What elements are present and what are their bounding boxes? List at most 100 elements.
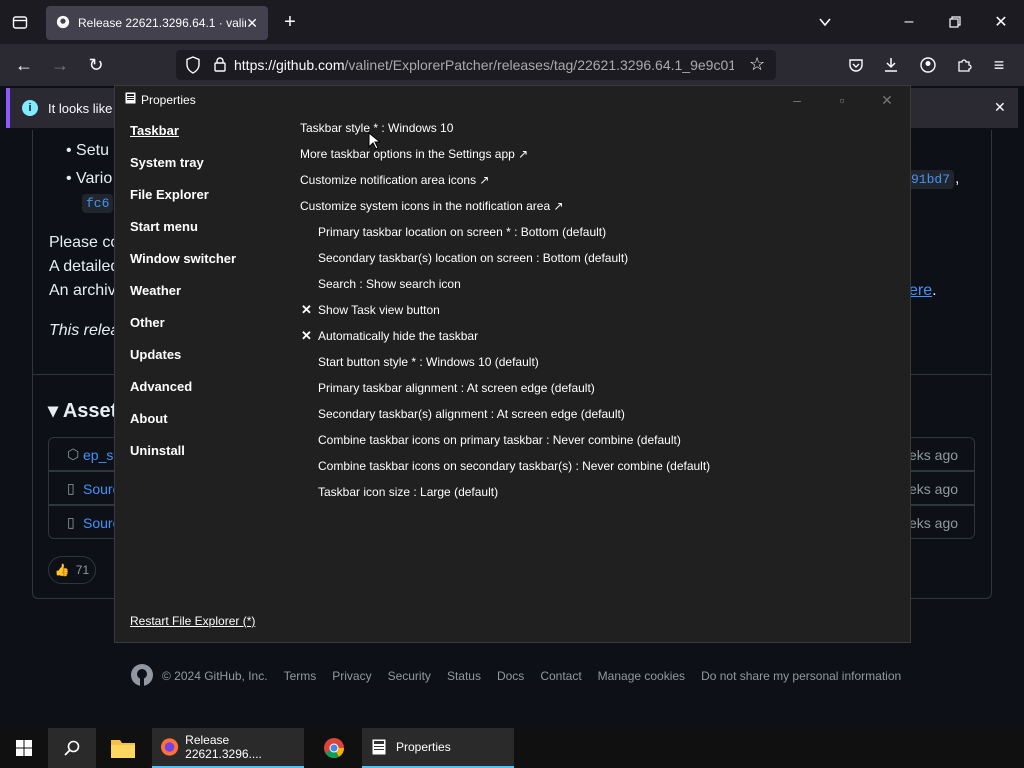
firefox-taskbar-button[interactable]: Release 22621.3296.... (152, 728, 304, 768)
search-button[interactable] (48, 728, 96, 768)
commit-chip[interactable]: 91bd7 (907, 170, 955, 189)
start-button[interactable] (0, 728, 48, 768)
link-text[interactable]: ere (909, 282, 932, 299)
lock-icon[interactable] (213, 56, 227, 75)
bookmark-star-icon[interactable]: ☆ (749, 54, 765, 75)
checked-icon: ✕ (301, 328, 312, 343)
downloads-icon[interactable] (880, 54, 902, 76)
option-show-task-view[interactable]: ✕ Show Task view button (301, 302, 440, 317)
chrome-taskbar-button[interactable] (312, 728, 356, 768)
nav-taskbar[interactable]: Taskbar (130, 123, 179, 138)
option-search[interactable]: Search : Show search icon (318, 277, 461, 291)
nav-updates[interactable]: Updates (130, 347, 181, 362)
menu-icon[interactable]: ≡ (988, 54, 1010, 76)
browser-tab-bar: Release 22621.3296.64.1 · valinet ✕ + – … (0, 0, 1024, 44)
file-explorer-button[interactable] (100, 728, 146, 768)
forward-icon[interactable]: → (49, 54, 71, 76)
windows-logo-icon (16, 740, 32, 756)
close-window-icon[interactable]: ✕ (990, 11, 1012, 33)
restart-explorer-link[interactable]: Restart File Explorer (*) (130, 614, 255, 628)
chrome-icon (324, 738, 345, 759)
account-icon[interactable] (917, 54, 939, 76)
reaction-count: 71 (75, 563, 90, 577)
footer-link-status[interactable]: Status (447, 669, 481, 683)
footer-link-security[interactable]: Security (388, 669, 431, 683)
thumbs-up-icon: 👍 (54, 563, 70, 577)
bullet-text: Vario (76, 170, 113, 187)
here-link[interactable]: ere. (909, 282, 937, 300)
reload-icon[interactable]: ↻ (85, 54, 107, 76)
restore-icon[interactable] (944, 11, 966, 33)
option-notification-icons-link[interactable]: Customize notification area icons ↗ (300, 173, 489, 187)
extensions-icon[interactable] (953, 54, 975, 76)
nav-about[interactable]: About (130, 411, 168, 426)
zip-icon: ▯ (67, 480, 75, 496)
asset-time: eks ago (909, 515, 959, 531)
nav-uninstall[interactable]: Uninstall (130, 443, 185, 458)
tab-list-icon[interactable] (9, 11, 31, 33)
option-start-button-style[interactable]: Start button style * : Windows 10 (defau… (318, 355, 539, 369)
github-logo-icon[interactable] (130, 663, 154, 690)
footer-link-privacy[interactable]: Privacy (332, 669, 371, 683)
new-tab-icon[interactable]: + (279, 11, 301, 33)
option-secondary-alignment[interactable]: Secondary taskbar(s) alignment : At scre… (318, 407, 625, 421)
nav-file-explorer[interactable]: File Explorer (130, 187, 209, 202)
properties-window: Properties – ▫ ✕ Taskbar System tray Fil… (114, 85, 911, 643)
pocket-icon[interactable] (845, 54, 867, 76)
option-system-icons-link[interactable]: Customize system icons in the notificati… (300, 199, 564, 213)
footer-copyright: © 2024 GitHub, Inc. (162, 669, 268, 683)
reaction-button[interactable]: 👍 71 (48, 556, 96, 584)
period-text: . (932, 282, 937, 299)
paragraph-line: A detailed (49, 258, 120, 275)
nav-other[interactable]: Other (130, 315, 165, 330)
nav-system-tray[interactable]: System tray (130, 155, 204, 170)
option-icon-size[interactable]: Taskbar icon size : Large (default) (318, 485, 498, 499)
shield-icon[interactable] (185, 56, 201, 77)
back-icon[interactable]: ← (13, 54, 35, 76)
url-text[interactable]: https://github.com/valinet/ExplorerPatch… (234, 57, 734, 73)
option-combine-secondary[interactable]: Combine taskbar icons on secondary taskb… (318, 459, 710, 473)
notification-text: It looks like y (48, 100, 123, 116)
minimize-icon[interactable]: – (898, 11, 920, 33)
properties-app-icon (372, 739, 386, 755)
close-tab-icon[interactable]: ✕ (246, 15, 258, 32)
footer-link-docs[interactable]: Docs (497, 669, 524, 683)
footer-link-terms[interactable]: Terms (284, 669, 317, 683)
asset-time: eks ago (909, 481, 959, 497)
nav-advanced[interactable]: Advanced (130, 379, 192, 394)
option-combine-primary[interactable]: Combine taskbar icons on primary taskbar… (318, 433, 681, 447)
option-primary-alignment[interactable]: Primary taskbar alignment : At screen ed… (318, 381, 595, 395)
option-label: Automatically hide the taskbar (318, 329, 479, 343)
option-autohide-taskbar[interactable]: ✕ Automatically hide the taskbar (301, 328, 479, 343)
properties-title: Properties (141, 92, 196, 107)
zip-icon: ▯ (67, 514, 75, 530)
checked-icon: ✕ (301, 302, 312, 317)
properties-titlebar[interactable]: Properties (125, 92, 196, 107)
nav-window-switcher[interactable]: Window switcher (130, 251, 236, 266)
notification-close-icon[interactable]: ✕ (994, 99, 1006, 116)
github-favicon-icon (56, 15, 70, 32)
browser-tab[interactable]: Release 22621.3296.64.1 · valinet ✕ (46, 6, 268, 40)
mouse-cursor-icon (368, 131, 382, 155)
search-icon (64, 740, 80, 756)
maximize-icon[interactable]: ▫ (827, 90, 857, 110)
chevron-down-icon[interactable] (814, 11, 836, 33)
bullet-2: • Vario (66, 170, 113, 187)
url-path: /valinet/ExplorerPatcher/releases/tag/22… (344, 57, 734, 73)
italic-note: This relea (49, 322, 120, 339)
footer-link-do-not-share[interactable]: Do not share my personal information (701, 669, 901, 683)
footer-link-contact[interactable]: Contact (540, 669, 581, 683)
option-primary-location[interactable]: Primary taskbar location on screen * : B… (318, 225, 606, 239)
folder-icon (111, 740, 135, 758)
github-footer: © 2024 GitHub, Inc. Terms Privacy Securi… (130, 662, 917, 690)
option-more-taskbar-settings-link[interactable]: More taskbar options in the Settings app… (300, 147, 528, 161)
close-window-icon[interactable]: ✕ (872, 90, 902, 110)
footer-link-manage-cookies[interactable]: Manage cookies (598, 669, 685, 683)
nav-weather[interactable]: Weather (130, 283, 181, 298)
url-bar[interactable]: https://github.com/valinet/ExplorerPatch… (176, 50, 776, 80)
minimize-icon[interactable]: – (782, 90, 812, 110)
commit-chip[interactable]: fc6 (82, 194, 114, 213)
nav-start-menu[interactable]: Start menu (130, 219, 198, 234)
properties-taskbar-button[interactable]: Properties (362, 728, 514, 768)
option-secondary-location[interactable]: Secondary taskbar(s) location on screen … (318, 251, 628, 265)
